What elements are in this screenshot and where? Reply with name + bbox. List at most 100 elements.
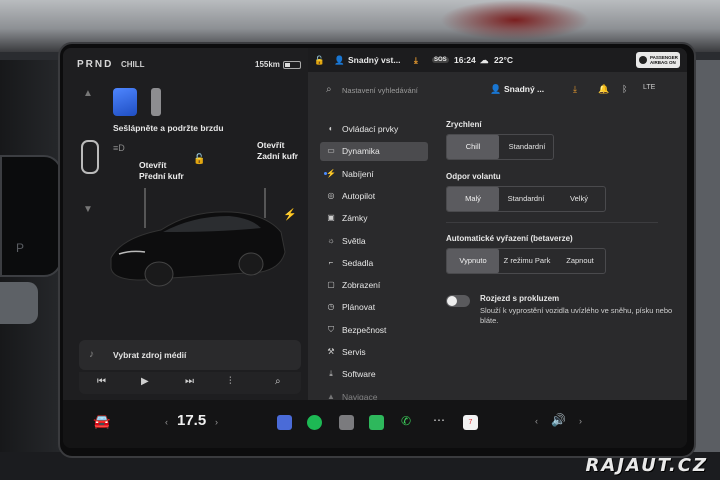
menu-item-label: Bezpečnost bbox=[342, 324, 387, 335]
download-icon-2[interactable]: ⤓ bbox=[573, 84, 577, 95]
steering-option-standard[interactable]: Standardní bbox=[499, 187, 553, 211]
arrow-down-icon: ▼ bbox=[83, 204, 93, 215]
status-temperature: 22°C bbox=[494, 55, 513, 65]
more-apps-icon[interactable]: ⋯ bbox=[433, 413, 445, 427]
car-top-view-icon bbox=[81, 140, 99, 174]
seat-icon: ⌐ bbox=[328, 257, 334, 267]
menu-item-label: Autopilot bbox=[342, 190, 376, 201]
lock-status-icon[interactable]: 🔓 bbox=[314, 55, 325, 66]
auto-shift-option-off[interactable]: Vypnuto bbox=[447, 249, 499, 273]
bottom-dock: 🚘 ‹ 17.5 › ✆ ⋯ 7 ‹ 🔊 › bbox=[63, 400, 687, 448]
menu-item-nabíjení[interactable]: ⚡ Nabíjení bbox=[320, 165, 428, 184]
menu-item-label: Dynamika bbox=[342, 146, 380, 157]
lte-signal-icon: LTE bbox=[643, 84, 656, 91]
menu-item-dynamika[interactable]: ▭ Dynamika bbox=[320, 142, 428, 162]
previous-track-icon[interactable]: ⏮ bbox=[97, 376, 106, 387]
trunk-label-name: Zadní kufr bbox=[257, 151, 299, 161]
unlock-icon[interactable]: 🔓 bbox=[193, 154, 205, 165]
car-icon[interactable]: 🚘 bbox=[93, 413, 110, 430]
lock-icon: ▣ bbox=[327, 213, 335, 223]
play-icon[interactable]: ▶ bbox=[141, 376, 149, 387]
acceleration-selector: Chill Standardní bbox=[446, 134, 554, 160]
acceleration-title: Zrychlení bbox=[446, 120, 482, 129]
menu-item-label: Sedadla bbox=[342, 257, 374, 268]
menu-item-label: Zobrazení bbox=[342, 280, 381, 291]
section-divider bbox=[446, 222, 658, 223]
phone-icon[interactable]: ✆ bbox=[401, 414, 411, 428]
menu-item-autopilot[interactable]: ◎ Autopilot bbox=[320, 187, 428, 206]
wrench-icon: ⚒ bbox=[327, 347, 335, 356]
toybox-app-icon[interactable] bbox=[339, 415, 354, 430]
frunk-label-action: Otevřít bbox=[139, 160, 167, 170]
auto-shift-option-on[interactable]: Zapnout bbox=[555, 249, 605, 273]
arrow-up-icon: ▲ bbox=[83, 88, 93, 99]
gear-selector: PRND bbox=[77, 59, 114, 70]
volume-up-icon[interactable]: › bbox=[579, 416, 582, 426]
gear-indicator-p: P bbox=[16, 241, 25, 255]
settings-search-input[interactable]: Nastavení vyhledávání bbox=[342, 86, 418, 95]
dashboard-left: P bbox=[0, 60, 62, 480]
media-controls: ⏮ ▶ ⏭ ⫶ ⌕ bbox=[79, 372, 301, 394]
download-icon[interactable]: ⤓ bbox=[414, 55, 418, 66]
status-profile-name[interactable]: Snadný vst... bbox=[348, 55, 400, 65]
menu-item-bezpečnost[interactable]: ⛉ Bezpečnost bbox=[320, 321, 428, 340]
media-source-bar[interactable]: ♪ Vybrat zdroj médií bbox=[79, 340, 301, 370]
bolt-icon: ⚡ bbox=[326, 168, 336, 178]
profile-icon-2: 👤 bbox=[490, 84, 502, 94]
steering-option-low[interactable]: Malý bbox=[447, 187, 499, 211]
volume-icon[interactable]: 🔊 bbox=[551, 413, 566, 427]
auto-shift-title: Automatické vyřazení (betaverze) bbox=[446, 234, 573, 243]
range-readout: 155km bbox=[255, 60, 280, 69]
drive-mode-label: CHILL bbox=[121, 60, 145, 69]
open-trunk-button[interactable]: Otevřít Zadní kufr bbox=[257, 140, 298, 162]
next-track-icon[interactable]: ⏭ bbox=[185, 376, 194, 387]
menu-item-sedadla[interactable]: ⌐ Sedadla bbox=[320, 254, 428, 273]
spotify-app-icon[interactable] bbox=[307, 415, 322, 430]
menu-item-label: Nabíjení bbox=[342, 168, 374, 179]
navigation-app-icon[interactable] bbox=[277, 415, 292, 430]
acceleration-option-standard[interactable]: Standardní bbox=[501, 135, 553, 159]
creep-toggle[interactable] bbox=[446, 295, 470, 307]
toggle-icon: ◐ bbox=[328, 124, 334, 133]
status-bar: 🔓 👤 Snadný vst... ⤓ SOS 16:24 ☁ 22°C PAS… bbox=[308, 48, 687, 72]
menu-item-label: Plánovat bbox=[342, 302, 376, 313]
menu-item-ovládací-prvky[interactable]: ◐ Ovládací prvky bbox=[320, 120, 428, 139]
cabin-temperature[interactable]: 17.5 bbox=[177, 412, 206, 429]
sos-badge[interactable]: SOS bbox=[432, 57, 449, 63]
temp-down-icon[interactable]: ‹ bbox=[165, 417, 168, 427]
menu-item-zobrazení[interactable]: ▢ Zobrazení bbox=[320, 276, 428, 295]
steering-wheel-icon: ◎ bbox=[327, 190, 335, 200]
menu-item-plánovat[interactable]: ◷ Plánovat bbox=[320, 298, 428, 317]
airbag-icon bbox=[639, 56, 647, 64]
car-image bbox=[110, 188, 286, 287]
creep-title: Rozjezd s prokluzem bbox=[480, 294, 560, 303]
creep-description: Slouží k vyprostění vozidla uvízlého ve … bbox=[480, 306, 673, 325]
menu-item-světla[interactable]: ☼ Světla bbox=[320, 232, 428, 251]
car-icon: ▭ bbox=[327, 146, 335, 156]
menu-item-zámky[interactable]: ▣ Zámky bbox=[320, 209, 428, 228]
airbag-label-2: AIRBAG ON bbox=[650, 60, 676, 65]
media-source-label: Vybrat zdroj médií bbox=[113, 350, 187, 360]
bluetooth-icon[interactable]: ᛒ bbox=[622, 84, 627, 94]
battery-icon bbox=[283, 61, 301, 69]
energy-app-icon[interactable] bbox=[369, 415, 384, 430]
steering-option-high[interactable]: Velký bbox=[553, 187, 605, 211]
menu-item-servis[interactable]: ⚒ Servis bbox=[320, 343, 428, 362]
temp-up-icon[interactable]: › bbox=[215, 417, 218, 427]
status-time: 16:24 bbox=[454, 55, 476, 65]
acceleration-option-chill[interactable]: Chill bbox=[447, 135, 499, 159]
menu-item-label: Servis bbox=[342, 347, 366, 357]
instrument-display: P bbox=[0, 155, 62, 277]
search-profile-name[interactable]: Snadný ... bbox=[504, 84, 544, 94]
clock-icon: ◷ bbox=[327, 302, 335, 312]
equalizer-icon[interactable]: ⫶ bbox=[229, 376, 232, 387]
bell-icon[interactable]: 🔔 bbox=[598, 84, 609, 95]
open-frunk-button[interactable]: Otevřít Přední kufr bbox=[139, 160, 184, 182]
menu-item-software[interactable]: ⤓ Software bbox=[320, 365, 428, 384]
menu-item-label: Software bbox=[342, 369, 376, 380]
search-icon[interactable]: ⌕ bbox=[326, 84, 332, 95]
auto-shift-option-park[interactable]: Z režimu Park bbox=[499, 249, 555, 273]
media-search-icon[interactable]: ⌕ bbox=[275, 376, 281, 387]
calendar-app-icon[interactable]: 7 bbox=[463, 415, 478, 430]
volume-down-icon[interactable]: ‹ bbox=[535, 416, 538, 426]
